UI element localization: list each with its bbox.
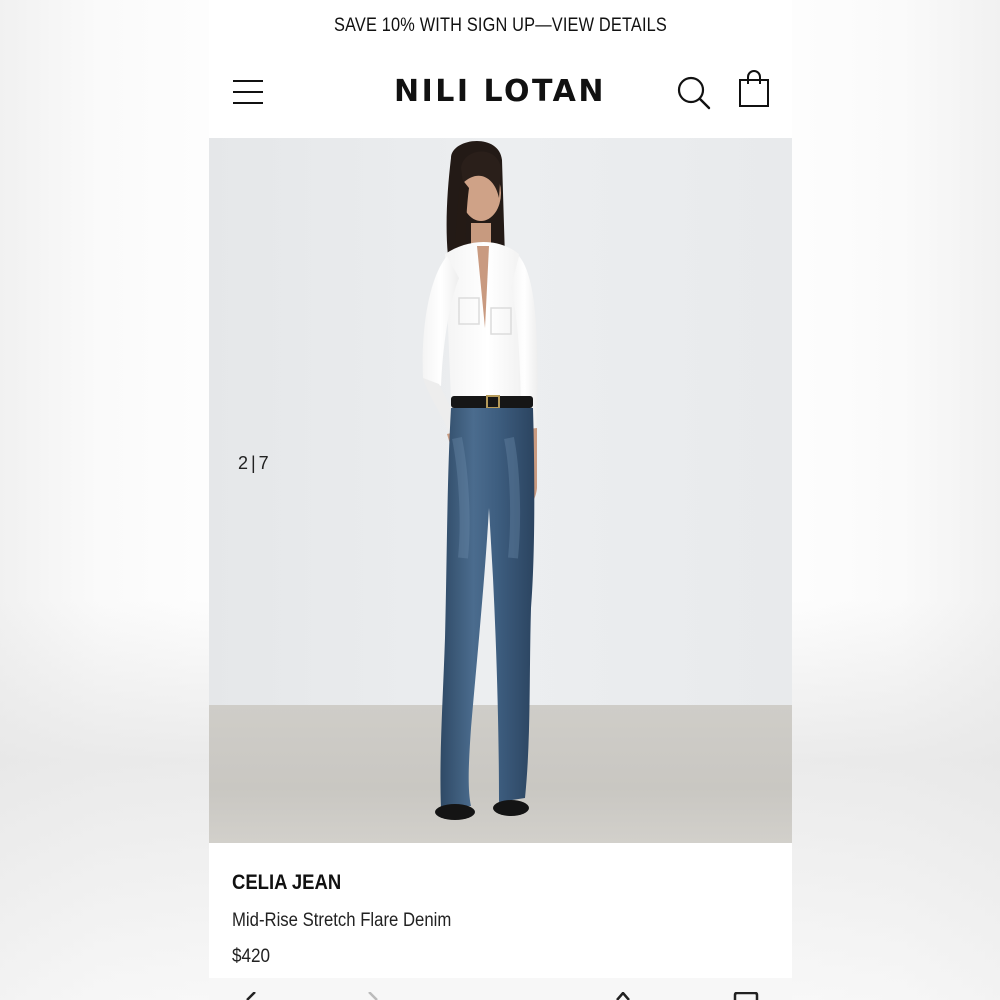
mobile-screen: SAVE 10% WITH SIGN UP—VIEW DETAILS NILI … — [209, 0, 792, 1000]
site-header: NILI LOTAN — [209, 52, 792, 138]
promo-banner[interactable]: SAVE 10% WITH SIGN UP—VIEW DETAILS — [250, 0, 751, 52]
shopping-bag-icon[interactable] — [738, 70, 770, 108]
product-image-gallery[interactable]: 2|7 — [209, 138, 792, 843]
brand-logo[interactable]: NILI LOTAN — [372, 72, 628, 112]
share-icon[interactable] — [613, 992, 633, 1000]
back-icon[interactable] — [241, 992, 261, 1000]
product-info-panel: CELIA JEAN Mid-Rise Stretch Flare Denim … — [209, 843, 792, 983]
hamburger-menu-icon[interactable] — [233, 80, 263, 104]
gallery-slide-counter: 2|7 — [238, 453, 272, 473]
browser-bottom-toolbar — [209, 978, 792, 1000]
product-price: $420 — [232, 946, 271, 967]
promo-text[interactable]: SAVE 10% WITH SIGN UP—VIEW DETAILS — [334, 15, 667, 37]
tabs-icon[interactable] — [733, 992, 759, 1000]
forward-icon[interactable] — [363, 992, 383, 1000]
product-description: Mid-Rise Stretch Flare Denim — [232, 910, 452, 931]
product-model-photo — [422, 140, 538, 820]
search-icon[interactable] — [677, 76, 711, 110]
product-name[interactable]: CELIA JEAN — [232, 871, 341, 895]
